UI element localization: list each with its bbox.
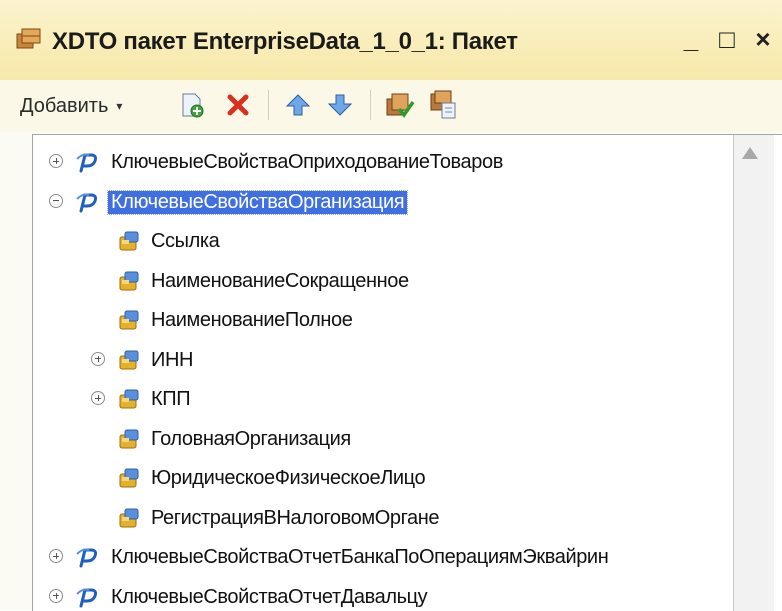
xdto-property-icon <box>117 269 141 293</box>
tree-item-label: КлючевыеСвойстваОприходованиеТоваров <box>111 151 503 174</box>
xdto-property-icon <box>117 348 141 372</box>
tree-item-property[interactable]: НаименованиеСокращенное <box>33 264 733 300</box>
package-icon <box>16 28 42 50</box>
xdto-type-icon <box>73 149 99 175</box>
tree-item-type[interactable]: КлючевыеСвойстваОтчетБанкаПоОперациямЭкв… <box>33 540 733 576</box>
move-up-icon <box>285 92 311 118</box>
chevron-down-icon: ▾ <box>116 99 122 113</box>
tree-item-property[interactable]: РегистрацияВНалоговомОргане <box>33 501 733 537</box>
xdto-type-icon <box>73 584 99 610</box>
scroll-up-icon[interactable] <box>742 147 758 159</box>
tree-item-property[interactable]: КПП <box>33 382 733 418</box>
add-item-button[interactable] <box>176 89 208 121</box>
xdto-property-icon <box>117 466 141 490</box>
move-down-icon <box>327 92 353 118</box>
check-package-button[interactable] <box>384 89 416 121</box>
xdto-property-icon <box>117 229 141 253</box>
tree-item-label: КлючевыеСвойстваОтчетДавальцу <box>111 586 427 609</box>
close-button[interactable]: × <box>746 22 780 56</box>
tree-item-label: НаименованиеСокращенное <box>151 270 409 293</box>
tree-item-label: Ссылка <box>151 230 219 253</box>
tree-item-label: ГоловнаяОрганизация <box>151 428 351 451</box>
tree-item-property[interactable]: ИНН <box>33 343 733 379</box>
tree-item-label: ИНН <box>151 349 193 372</box>
tree-item-property[interactable]: ЮридическоеФизическоеЛицо <box>33 461 733 497</box>
tree-item-label: КлючевыеСвойстваОтчетБанкаПоОперациямЭкв… <box>111 546 608 569</box>
xdto-type-icon <box>73 189 99 215</box>
toolbar: Добавить ▾ <box>0 80 782 132</box>
xdto-property-icon <box>117 506 141 530</box>
xdto-property-icon <box>117 427 141 451</box>
tree-item-label: РегистрацияВНалоговомОргане <box>151 507 439 530</box>
tree-item-label: ЮридическоеФизическоеЛицо <box>151 467 425 490</box>
tree-item-property[interactable]: Ссылка <box>33 224 733 260</box>
check-package-icon <box>385 90 415 120</box>
window-title: XDTO пакет EnterpriseData_1_0_1: Пакет <box>52 28 518 56</box>
move-down-button[interactable] <box>324 89 356 121</box>
toolbar-separator <box>370 90 371 120</box>
tree-item-type[interactable]: КлючевыеСвойстваОприходованиеТоваров <box>33 145 733 181</box>
vertical-scrollbar[interactable] <box>733 135 774 611</box>
tree-item-property[interactable]: ГоловнаяОрганизация <box>33 422 733 458</box>
tree-panel[interactable]: КлючевыеСвойстваОприходованиеТоваров Ключ… <box>32 134 782 611</box>
tree-item-label: КПП <box>151 388 190 411</box>
add-menu-label: Добавить <box>20 95 108 118</box>
tree-item-label: КлючевыеСвойстваОрганизация <box>108 191 407 214</box>
title-bar[interactable]: XDTO пакет EnterpriseData_1_0_1: Пакет _… <box>0 0 782 81</box>
add-menu-button[interactable]: Добавить ▾ <box>20 92 122 120</box>
xdto-property-icon <box>117 387 141 411</box>
xdto-type-icon <box>73 544 99 570</box>
import-package-button[interactable] <box>428 89 460 121</box>
delete-icon <box>226 93 250 117</box>
expand-icon[interactable] <box>49 589 63 603</box>
move-up-button[interactable] <box>282 89 314 121</box>
minimize-button[interactable]: _ <box>674 22 708 56</box>
maximize-button[interactable]: □ <box>710 22 744 56</box>
tree-item-type[interactable]: КлючевыеСвойстваОтчетДавальцу <box>33 580 733 611</box>
import-package-icon <box>429 90 459 120</box>
collapse-icon[interactable] <box>49 194 63 208</box>
expand-icon[interactable] <box>49 549 63 563</box>
tree-item-property[interactable]: НаименованиеПолное <box>33 303 733 339</box>
expand-icon[interactable] <box>91 391 105 405</box>
tree-item-label: НаименованиеПолное <box>151 309 352 332</box>
expand-icon[interactable] <box>91 352 105 366</box>
expand-icon[interactable] <box>49 154 63 168</box>
xdto-package-window: XDTO пакет EnterpriseData_1_0_1: Пакет _… <box>0 0 782 610</box>
toolbar-separator <box>268 90 269 120</box>
add-item-icon <box>178 91 206 119</box>
delete-button[interactable] <box>222 89 254 121</box>
tree-item-type[interactable]: КлючевыеСвойстваОрганизация <box>33 185 733 221</box>
xdto-property-icon <box>117 308 141 332</box>
